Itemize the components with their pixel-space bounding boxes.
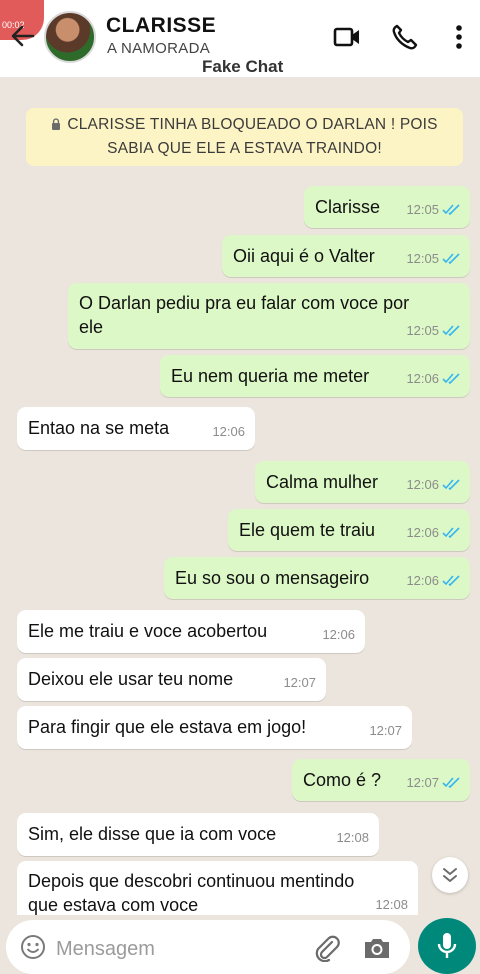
message-time: 12:08 [375,897,408,912]
message-bubble-incoming[interactable]: Sim, ele disse que ia com voce 12:08 [17,813,379,856]
more-options-icon[interactable] [447,22,471,52]
message-bubble-outgoing[interactable]: O Darlan pediu pra eu falar com voce por… [68,283,470,349]
message-time: 12:06 [406,371,439,386]
message-bubble-incoming[interactable]: Depois que descobri continuou mentindo q… [17,861,418,915]
message-text: Sim, ele disse que ia com voce [28,824,277,844]
message-text: Calma mulher [266,472,379,492]
message-time: 12:06 [322,627,355,642]
message-text: Eu nem queria me meter [171,366,370,386]
message-text: Clarisse [315,197,381,217]
message-bubble-incoming[interactable]: Para fingir que ele estava em jogo! 12:0… [17,706,412,749]
message-text: Oii aqui é o Valter [233,246,375,266]
message-meta: 12:06 [406,473,460,497]
message-time: 12:07 [369,723,402,738]
message-meta: 12:05 [406,247,460,271]
message-text: Como é ? [303,770,382,790]
scroll-to-bottom-button[interactable] [432,857,468,893]
read-ticks-icon [442,204,460,215]
read-ticks-icon [442,527,460,538]
read-ticks-icon [442,777,460,788]
message-bubble-outgoing[interactable]: Oii aqui é o Valter 12:05 [222,235,470,277]
read-ticks-icon [442,253,460,264]
message-text-line-2: que estava com voce [28,895,199,915]
read-ticks-icon [442,373,460,384]
message-text: Ele me traiu e voce acobertou [28,621,268,641]
double-chevron-down-icon [443,868,457,882]
message-time: 12:06 [406,525,439,540]
message-meta: 12:07 [406,771,460,795]
message-text: Eu so sou o mensageiro [175,568,370,588]
message-time: 12:05 [406,251,439,266]
message-text: Deixou ele usar teu nome [28,669,234,689]
contact-name[interactable]: CLARISSE [106,14,216,38]
message-text: Ele quem te traiu [239,520,376,540]
video-call-icon[interactable] [332,22,362,52]
contact-status: A NAMORADA [107,40,211,57]
message-meta: 12:06 [406,521,460,545]
lock-icon [52,118,61,130]
message-text-line-2: ele [79,317,104,337]
message-text-line-1: O Darlan pediu pra eu falar com voce por [79,293,410,313]
message-text-line-1: Depois que descobri continuou mentindo [28,871,355,891]
message-time: 12:07 [406,775,439,790]
chat-header: 00:02 CLARISSE A NAMORADA Fake Chat [0,0,480,78]
back-arrow-icon[interactable] [8,20,38,52]
notice-line-1: CLARISSE TINHA BLOQUEADO O DARLAN ! POIS [67,116,438,133]
message-time: 12:06 [212,424,245,439]
microphone-icon [437,933,457,958]
read-ticks-icon [442,575,460,586]
message-text: Para fingir que ele estava em jogo! [28,717,307,737]
chat-area[interactable]: CLARISSE TINHA BLOQUEADO O DARLAN ! POIS… [0,79,480,915]
message-meta: 12:05 [406,319,460,343]
message-bubble-outgoing[interactable]: Eu so sou o mensageiro 12:06 [164,557,470,599]
notice-line-2: SABIA QUE ELE A ESTAVA TRAINDO! [107,140,382,157]
message-bubble-outgoing[interactable]: Clarisse 12:05 [304,186,470,228]
message-bubble-incoming[interactable]: Deixou ele usar teu nome 12:07 [17,658,326,701]
watermark-label: Fake Chat [202,57,284,76]
phone-call-icon[interactable] [390,22,420,52]
message-bubble-outgoing[interactable]: Calma mulher 12:06 [255,461,470,503]
message-bubble-incoming[interactable]: Entao na se meta 12:06 [17,407,255,450]
message-meta: 12:06 [406,569,460,593]
avatar[interactable] [44,11,96,63]
message-time: 12:05 [406,202,439,217]
message-text: Entao na se meta [28,418,170,438]
message-time: 12:06 [406,573,439,588]
paperclip-icon[interactable] [312,934,342,962]
message-time: 12:07 [283,675,316,690]
message-meta: 12:06 [406,367,460,391]
emoji-icon[interactable] [20,934,46,960]
message-bubble-outgoing[interactable]: Como é ? 12:07 [292,759,470,801]
read-ticks-icon [442,325,460,336]
message-bubble-outgoing[interactable]: Ele quem te traiu 12:06 [228,509,470,551]
message-composer: Mensagem [6,920,410,974]
message-bubble-incoming[interactable]: Ele me traiu e voce acobertou 12:06 [17,610,365,653]
message-bubble-outgoing[interactable]: Eu nem queria me meter 12:06 [160,355,470,397]
system-notice: CLARISSE TINHA BLOQUEADO O DARLAN ! POIS… [26,108,463,166]
message-time: 12:08 [336,830,369,845]
message-time: 12:06 [406,477,439,492]
voice-message-button[interactable] [418,918,476,974]
message-time: 12:05 [406,323,439,338]
read-ticks-icon [442,479,460,490]
message-meta: 12:05 [406,198,460,222]
message-input[interactable]: Mensagem [56,938,155,961]
camera-icon[interactable] [362,934,392,962]
